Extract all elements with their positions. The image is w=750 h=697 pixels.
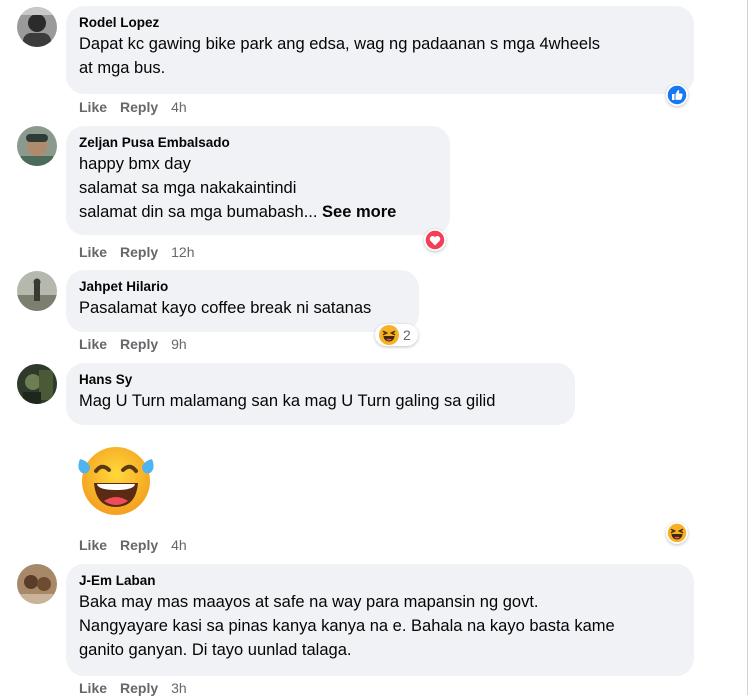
comment-actions: Like Reply 4h [79, 98, 200, 116]
comment-author[interactable]: Zeljan Pusa Embalsado [79, 134, 438, 152]
avatar[interactable] [17, 364, 57, 404]
comment-actions: Like Reply 4h [79, 536, 200, 554]
reaction-count: 2 [403, 327, 411, 343]
reply-button[interactable]: Reply [120, 98, 158, 116]
comment-actions: Like Reply 9h [79, 335, 200, 353]
haha-icon [379, 325, 399, 345]
reply-button[interactable]: Reply [120, 679, 158, 697]
haha-icon [666, 522, 688, 544]
like-button[interactable]: Like [79, 536, 107, 554]
comment-text: Baka may mas maayos at safe na way para … [79, 593, 615, 659]
comment-actions: Like Reply 3h [79, 679, 200, 697]
timestamp[interactable]: 12h [171, 243, 194, 261]
timestamp[interactable]: 4h [171, 98, 187, 116]
comment-bubble: J-Em Laban Baka may mas maayos at safe n… [66, 564, 694, 676]
comment-bubble: Jahpet Hilario Pasalamat kayo coffee bre… [66, 270, 419, 332]
comment-author[interactable]: Jahpet Hilario [79, 278, 407, 296]
comment-bubble: Zeljan Pusa Embalsado happy bmx day sala… [66, 126, 450, 235]
comment-text-body: happy bmx day salamat sa mga nakakaintin… [79, 155, 318, 221]
reaction-summary[interactable]: 2 [375, 324, 418, 346]
comment-text: Dapat kc gawing bike park ang edsa, wag … [79, 35, 601, 77]
timestamp[interactable]: 3h [171, 679, 187, 697]
comment-text: Mag U Turn malamang san ka mag U Turn ga… [79, 392, 496, 410]
scrollbar-divider [747, 0, 748, 695]
see-more-link[interactable]: See more [322, 203, 396, 221]
reply-button[interactable]: Reply [120, 536, 158, 554]
reply-button[interactable]: Reply [120, 243, 158, 261]
avatar[interactable] [17, 271, 57, 311]
comment-bubble: Hans Sy Mag U Turn malamang san ka mag U… [66, 363, 575, 425]
like-button[interactable]: Like [79, 335, 107, 353]
reaction-summary[interactable] [424, 229, 446, 251]
like-icon [666, 84, 688, 106]
reply-button[interactable]: Reply [120, 335, 158, 353]
avatar[interactable] [17, 126, 57, 166]
reaction-summary[interactable] [666, 522, 688, 544]
timestamp[interactable]: 9h [171, 335, 187, 353]
like-button[interactable]: Like [79, 679, 107, 697]
comment-bubble: Rodel Lopez Dapat kc gawing bike park an… [66, 6, 694, 94]
timestamp[interactable]: 4h [171, 536, 187, 554]
comment-text: happy bmx day salamat sa mga nakakaintin… [79, 152, 438, 224]
like-button[interactable]: Like [79, 243, 107, 261]
comment-author[interactable]: J-Em Laban [79, 572, 682, 590]
reaction-summary[interactable] [666, 84, 688, 106]
tears-of-joy-emoji[interactable] [72, 435, 160, 523]
like-button[interactable]: Like [79, 98, 107, 116]
avatar[interactable] [17, 564, 57, 604]
comment-text: Pasalamat kayo coffee break ni satanas [79, 299, 372, 317]
comment-author[interactable]: Rodel Lopez [79, 14, 682, 32]
comment-author[interactable]: Hans Sy [79, 371, 563, 389]
love-icon [424, 229, 446, 251]
comment-actions: Like Reply 12h [79, 243, 208, 261]
avatar[interactable] [17, 7, 57, 47]
